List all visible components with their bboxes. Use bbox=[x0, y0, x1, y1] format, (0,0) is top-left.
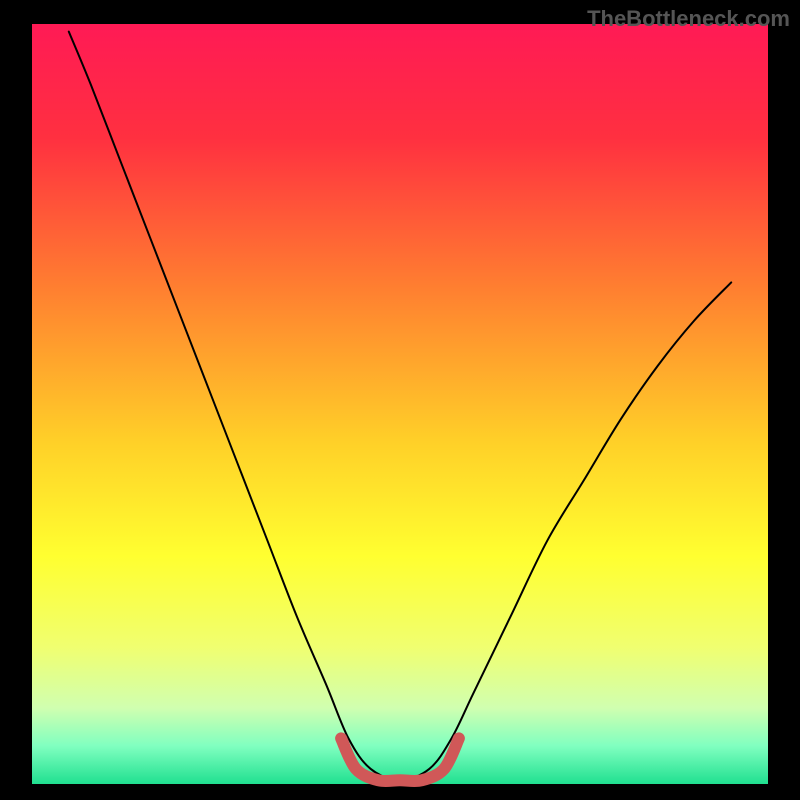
chart-svg bbox=[0, 0, 800, 800]
plot-background bbox=[32, 24, 768, 784]
bottleneck-chart: TheBottleneck.com bbox=[0, 0, 800, 800]
watermark-text: TheBottleneck.com bbox=[587, 6, 790, 32]
